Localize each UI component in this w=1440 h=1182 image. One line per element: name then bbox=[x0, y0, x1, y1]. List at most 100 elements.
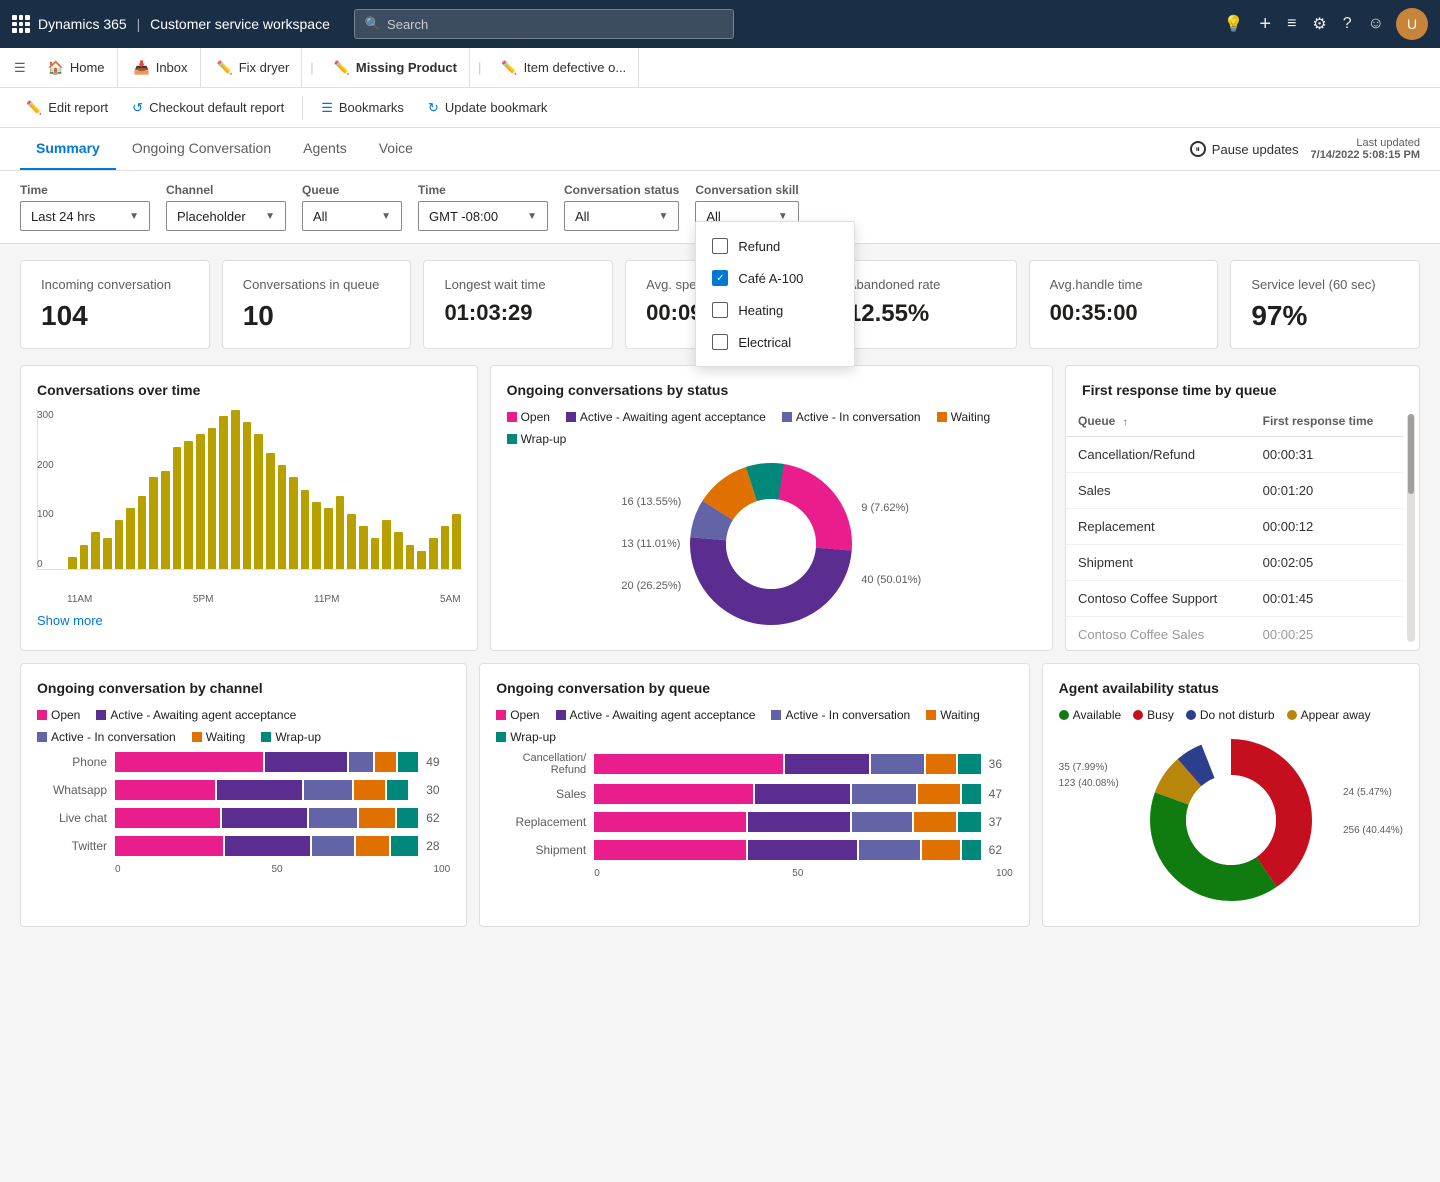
queue-sales-row: Sales 47 bbox=[496, 784, 1012, 804]
update-bookmark-button[interactable]: ↻ Update bookmark bbox=[418, 96, 558, 120]
toolbar-separator bbox=[302, 96, 303, 120]
channel-legend: Open Active - Awaiting agent acceptance … bbox=[37, 708, 450, 744]
bar-item bbox=[359, 526, 368, 569]
tab-home[interactable]: 🏠 Home bbox=[36, 48, 118, 88]
help-icon[interactable]: ? bbox=[1339, 11, 1356, 37]
refund-checkbox[interactable] bbox=[712, 238, 728, 254]
bar-item bbox=[417, 551, 426, 569]
stat-conversations-queue: Conversations in queue 10 bbox=[222, 260, 412, 349]
time-filter-select[interactable]: Last 24 hrs ▼ bbox=[20, 201, 150, 231]
pause-icon: ⏸ bbox=[1190, 141, 1206, 157]
tab-voice[interactable]: Voice bbox=[363, 128, 429, 170]
filters-bar: Time Last 24 hrs ▼ Channel Placeholder ▼… bbox=[0, 171, 1440, 244]
tab-ongoing-conversation[interactable]: Ongoing Conversation bbox=[116, 128, 287, 170]
skill-refund-option[interactable]: Refund bbox=[696, 230, 854, 262]
tab-agents[interactable]: Agents bbox=[287, 128, 363, 170]
charts-row-1: Conversations over time 300 200 100 0 11… bbox=[0, 365, 1440, 663]
show-more-link[interactable]: Show more bbox=[37, 613, 103, 628]
cafe-checkbox[interactable]: ✓ bbox=[712, 270, 728, 286]
bar-item bbox=[452, 514, 461, 569]
bar-item bbox=[254, 434, 263, 569]
search-box[interactable]: 🔍 bbox=[354, 9, 734, 39]
queue-shipment-row: Shipment 62 bbox=[496, 840, 1012, 860]
skill-electrical-option[interactable]: Electrical bbox=[696, 326, 854, 358]
bar-item bbox=[231, 410, 240, 569]
agent-donut-wrapper: 35 (7.99%) 123 (40.08%) 24 (5.47%) 256 (… bbox=[1059, 730, 1403, 910]
edit-report-button[interactable]: ✏️ Edit report bbox=[16, 96, 118, 120]
filter-conversation-status: Conversation status All ▼ bbox=[564, 183, 679, 231]
bar-item bbox=[196, 434, 205, 569]
bar-item bbox=[138, 496, 147, 569]
avatar[interactable]: U bbox=[1396, 8, 1428, 40]
legend-wrapup: Wrap-up bbox=[507, 432, 567, 446]
scrollbar-thumb[interactable] bbox=[1408, 414, 1414, 494]
filter-icon[interactable]: ≡ bbox=[1283, 11, 1300, 37]
queue-filter-select[interactable]: All ▼ bbox=[302, 201, 402, 231]
checkout-report-button[interactable]: ↺ Checkout default report bbox=[122, 96, 294, 120]
tab-missing-product[interactable]: ✏️ Missing Product bbox=[322, 48, 470, 88]
queue-x-axis: 0 50 100 bbox=[496, 868, 1012, 879]
feedback-icon[interactable]: ☺ bbox=[1364, 11, 1388, 37]
app-launcher-icon[interactable] bbox=[12, 15, 30, 33]
tab-item-defective[interactable]: ✏️ Item defective o... bbox=[489, 48, 639, 88]
channel-filter-select[interactable]: Placeholder ▼ bbox=[166, 201, 286, 231]
bar-item bbox=[115, 520, 124, 569]
ongoing-by-queue-title: Ongoing conversation by queue bbox=[496, 680, 1012, 696]
bar-item bbox=[289, 477, 298, 569]
bar-item bbox=[324, 508, 333, 569]
bar-item bbox=[278, 465, 287, 569]
skill-cafe-option[interactable]: ✓ Café A-100 bbox=[696, 262, 854, 294]
bar-item bbox=[394, 532, 403, 569]
time2-filter-select[interactable]: GMT -08:00 ▼ bbox=[418, 201, 548, 231]
charts-row-2: Ongoing conversation by channel Open Act… bbox=[0, 663, 1440, 947]
bar-item bbox=[219, 416, 228, 569]
bar-item bbox=[347, 514, 356, 569]
conversation-status-select[interactable]: All ▼ bbox=[564, 201, 679, 231]
toolbar: ✏️ Edit report ↺ Checkout default report… bbox=[0, 88, 1440, 128]
chevron-down-icon: ▼ bbox=[658, 211, 668, 222]
chevron-down-icon: ▼ bbox=[265, 211, 275, 222]
tab-inbox[interactable]: 📥 Inbox bbox=[122, 48, 201, 88]
conversations-over-time-title: Conversations over time bbox=[37, 382, 461, 398]
nav-actions: 💡 + ≡ ⚙ ? ☺ U bbox=[1219, 8, 1428, 40]
legend-active-in-conv: Active - In conversation bbox=[782, 410, 921, 424]
last-updated: Last updated 7/14/2022 5:08:15 PM bbox=[1311, 137, 1420, 161]
add-icon[interactable]: + bbox=[1255, 9, 1275, 40]
pause-updates-button[interactable]: ⏸ Pause updates bbox=[1190, 141, 1299, 157]
sort-icon[interactable]: ↑ bbox=[1123, 417, 1128, 428]
donut-labels-right: 9 (7.62%) 40 (50.01%) bbox=[861, 502, 921, 586]
bar-item bbox=[91, 532, 100, 569]
skill-heating-option[interactable]: Heating bbox=[696, 294, 854, 326]
bar-item bbox=[161, 471, 170, 569]
heating-checkbox[interactable] bbox=[712, 302, 728, 318]
first-response-table[interactable]: Queue ↑ First response time Cancellation… bbox=[1066, 406, 1403, 646]
bar-item bbox=[382, 520, 391, 569]
legend-active-awaiting: Active - Awaiting agent acceptance bbox=[566, 410, 766, 424]
table-row: Shipment 00:02:05 bbox=[1066, 545, 1403, 581]
bar-item bbox=[266, 453, 275, 569]
bar-item bbox=[441, 526, 450, 569]
channel-x-axis: 0 50 100 bbox=[37, 864, 450, 875]
legend-open: Open bbox=[507, 410, 550, 424]
bar-item bbox=[103, 538, 112, 569]
lightbulb-icon[interactable]: 💡 bbox=[1219, 10, 1247, 38]
bookmarks-button[interactable]: ☰ Bookmarks bbox=[311, 96, 414, 120]
tab-fix-dryer[interactable]: ✏️ Fix dryer bbox=[205, 48, 303, 88]
stat-avg-handle: Avg.handle time 00:35:00 bbox=[1029, 260, 1219, 349]
search-input[interactable] bbox=[387, 17, 723, 32]
scrollbar[interactable] bbox=[1407, 414, 1415, 642]
first-response-title: First response time by queue bbox=[1066, 366, 1419, 406]
chevron-down-icon: ▼ bbox=[381, 211, 391, 222]
bar-item bbox=[149, 477, 158, 569]
bar-item bbox=[126, 508, 135, 569]
ongoing-by-status-title: Ongoing conversations by status bbox=[507, 382, 1036, 398]
bar-chart: 300 200 100 0 bbox=[37, 410, 461, 590]
queue-col-header: Queue ↑ bbox=[1066, 406, 1251, 437]
tab-menu-icon[interactable]: ☰ bbox=[8, 54, 32, 82]
response-time-col-header: First response time bbox=[1251, 406, 1403, 437]
settings-icon[interactable]: ⚙ bbox=[1308, 10, 1330, 38]
table-row: Sales 00:01:20 bbox=[1066, 473, 1403, 509]
tab-summary[interactable]: Summary bbox=[20, 128, 116, 170]
electrical-checkbox[interactable] bbox=[712, 334, 728, 350]
bar-item bbox=[80, 545, 89, 569]
